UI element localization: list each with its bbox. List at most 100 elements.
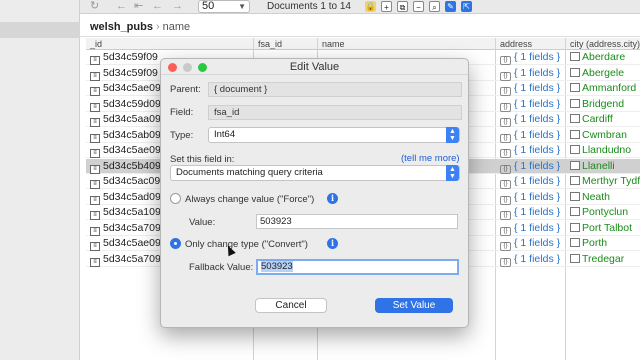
clone-document-icon[interactable]: ⧉: [397, 1, 408, 12]
cell-city-text: Cwmbran: [582, 128, 627, 141]
sidebar: [0, 0, 80, 360]
force-radio[interactable]: [170, 193, 181, 204]
tell-me-more-link[interactable]: (tell me more): [401, 153, 460, 164]
document-icon: ≡: [90, 149, 100, 158]
cell-id-text: 5d34c59d09: [103, 97, 161, 110]
string-icon: [570, 191, 580, 201]
cell-city[interactable]: Llandudno: [570, 143, 640, 158]
chevron-right-icon: ›: [155, 21, 160, 33]
object-icon: {}: [500, 133, 511, 143]
refresh-icon[interactable]: ↻: [90, 0, 99, 13]
cell-address[interactable]: {}{ 1 fields }: [500, 81, 568, 96]
back-icon[interactable]: ←: [116, 0, 127, 13]
string-icon: [570, 253, 580, 263]
scope-select[interactable]: Documents matching query criteria ▲ ▼: [170, 165, 460, 181]
set-value-button[interactable]: Set Value: [375, 298, 453, 313]
convert-radio[interactable]: [170, 238, 181, 249]
string-icon: [570, 52, 580, 61]
cell-address-text: { 1 fields }: [514, 159, 561, 172]
cell-id-text: 5d34c5ad09: [103, 190, 161, 203]
cell-address[interactable]: {}{ 1 fields }: [500, 159, 568, 174]
cell-city[interactable]: Abergele: [570, 66, 640, 81]
info-icon[interactable]: i: [327, 193, 338, 204]
cell-city[interactable]: Merthyr Tydf: [570, 174, 640, 189]
document-icon: ≡: [90, 242, 100, 251]
edit-value-dialog: Edit Value Parent: { document } Field: f…: [160, 58, 469, 328]
cell-address[interactable]: {}{ 1 fields }: [500, 174, 568, 189]
cell-address[interactable]: {}{ 1 fields }: [500, 190, 568, 205]
search-icon[interactable]: ⌕: [429, 1, 440, 12]
prev-page-icon[interactable]: ←: [152, 0, 163, 13]
cell-city[interactable]: Cardiff: [570, 112, 640, 127]
cell-city[interactable]: Neath: [570, 190, 640, 205]
cell-address[interactable]: {}{ 1 fields }: [500, 97, 568, 112]
object-icon: {}: [500, 195, 511, 205]
cell-address[interactable]: {}{ 1 fields }: [500, 128, 568, 143]
column-header-fsa-id[interactable]: fsa_id: [254, 38, 282, 50]
cell-address-text: { 1 fields }: [514, 97, 561, 110]
cell-address-text: { 1 fields }: [514, 221, 561, 234]
add-document-icon[interactable]: +: [381, 1, 392, 12]
fallback-value-input[interactable]: 503923: [256, 259, 459, 275]
cell-city[interactable]: Cwmbran: [570, 128, 640, 143]
cell-city-text: Llandudno: [582, 144, 632, 156]
object-icon: {}: [500, 56, 511, 65]
column-header-city[interactable]: city (address.city): [566, 38, 640, 50]
document-icon: ≡: [90, 71, 100, 81]
cell-city[interactable]: Bridgend: [570, 97, 640, 112]
column-header-id[interactable]: _id: [86, 38, 102, 50]
cancel-button[interactable]: Cancel: [255, 298, 327, 313]
cell-address[interactable]: {}{ 1 fields }: [500, 112, 568, 127]
breadcrumb-collection[interactable]: welsh_pubs: [90, 21, 153, 33]
value-input[interactable]: 503923: [256, 214, 458, 229]
cell-city-text: Cardiff: [582, 113, 613, 125]
document-icon: ≡: [90, 102, 100, 112]
cell-city[interactable]: Llanelli: [570, 159, 640, 174]
delete-document-icon[interactable]: −: [413, 1, 424, 12]
cell-city[interactable]: Aberdare: [570, 50, 640, 65]
force-label[interactable]: Always change value ("Force"): [185, 194, 314, 205]
document-icon: ≡: [90, 257, 100, 267]
cell-city[interactable]: Tredegar: [570, 252, 640, 267]
export-icon[interactable]: ⇱: [461, 1, 472, 12]
scope-select-value: Documents matching query criteria: [176, 167, 323, 178]
minimize-window-icon[interactable]: [183, 63, 192, 72]
cell-address[interactable]: {}{ 1 fields }: [500, 66, 568, 81]
cell-address-text: { 1 fields }: [514, 113, 561, 125]
cell-address[interactable]: {}{ 1 fields }: [500, 50, 568, 65]
limit-select[interactable]: 50 ▼: [198, 0, 250, 13]
cell-address[interactable]: {}{ 1 fields }: [500, 221, 568, 236]
object-icon: {}: [500, 211, 511, 220]
cell-city-text: Port Talbot: [582, 221, 633, 234]
cell-city[interactable]: Ammanford: [570, 81, 640, 96]
cell-address[interactable]: {}{ 1 fields }: [500, 205, 568, 220]
info-icon[interactable]: i: [327, 238, 338, 249]
set-field-in-label: Set this field in:: [170, 154, 235, 165]
lock-icon[interactable]: 🔒: [365, 1, 376, 12]
sidebar-selected-item[interactable]: [0, 22, 80, 38]
breadcrumb-field[interactable]: name: [163, 21, 191, 33]
column-header-address[interactable]: address: [496, 38, 532, 50]
cell-city[interactable]: Port Talbot: [570, 221, 640, 236]
cell-address[interactable]: {}{ 1 fields }: [500, 252, 568, 267]
zoom-window-icon[interactable]: [198, 63, 207, 72]
cell-city[interactable]: Porth: [570, 236, 640, 251]
string-icon: [570, 67, 580, 77]
edit-icon[interactable]: ✎: [445, 1, 456, 12]
cell-address[interactable]: {}{ 1 fields }: [500, 236, 568, 251]
type-select[interactable]: Int64 ▲ ▼: [208, 127, 460, 143]
close-window-icon[interactable]: [168, 63, 177, 72]
cell-id-text: 5d34c5ae09: [103, 237, 161, 249]
convert-label[interactable]: Only change type ("Convert"): [185, 239, 308, 250]
field-label: Field:: [170, 107, 194, 118]
column-header-name[interactable]: name: [318, 38, 345, 50]
cell-address-text: { 1 fields }: [514, 206, 561, 218]
cell-address[interactable]: {}{ 1 fields }: [500, 143, 568, 158]
document-icon: ≡: [90, 87, 100, 96]
next-page-icon[interactable]: →: [172, 0, 183, 13]
string-icon: [570, 207, 580, 216]
value-label: Value:: [189, 217, 216, 228]
grid-header: _id fsa_id name address city (address.ci…: [86, 38, 640, 50]
cell-city[interactable]: Pontyclun: [570, 205, 640, 220]
first-page-icon[interactable]: ⇤: [134, 0, 143, 13]
